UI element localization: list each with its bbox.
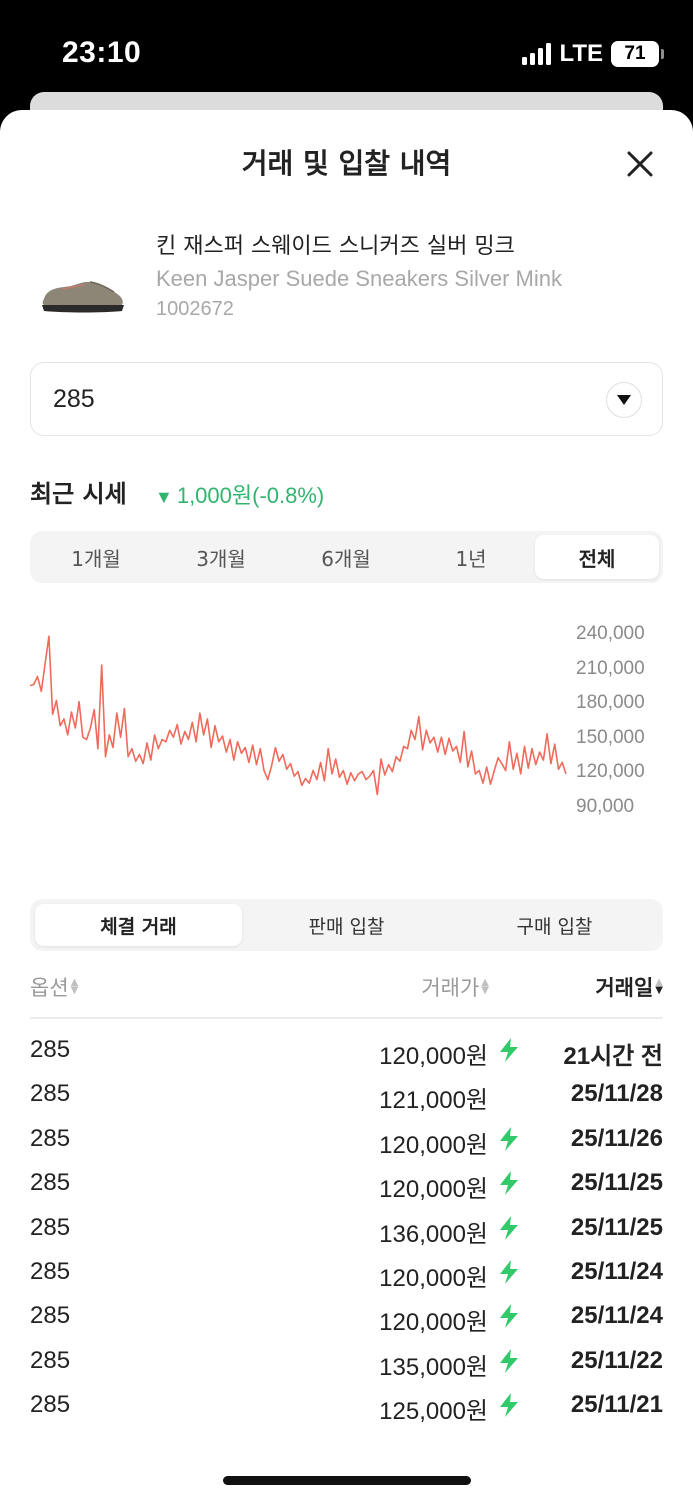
price-cell: 120,000원 (379, 1131, 488, 1159)
column-header-price-label: 거래가 (421, 976, 480, 1000)
tab-completed-trades[interactable]: 체결 거래 (35, 904, 242, 946)
price-cell: 125,000원 (379, 1398, 488, 1426)
option-cell: 285 (30, 1346, 71, 1374)
tab-sell-bids[interactable]: 판매 입찰 (243, 904, 450, 946)
date-cell: 25/11/25 (570, 1169, 663, 1197)
lightning-bolt-icon (500, 1393, 518, 1418)
price-cell: 120,000원 (379, 1176, 488, 1204)
signal-icon (522, 43, 552, 65)
size-select[interactable]: 285 (30, 362, 663, 436)
product-name-english: Keen Jasper Suede Sneakers Silver Mink (156, 266, 562, 291)
option-cell: 285 (30, 1302, 71, 1330)
lightning-bolt-icon (500, 1126, 518, 1151)
lightning-bolt-icon (500, 1260, 518, 1284)
date-cell: 21시간 전 (563, 1043, 663, 1070)
close-button[interactable] (620, 144, 660, 184)
recent-price-change: ▼ 1,000원(-0.8%) (155, 478, 324, 510)
tab-buy-bids[interactable]: 구매 입찰 (451, 904, 658, 946)
lightning-bolt-icon (500, 1348, 518, 1373)
y-tick-label: 120,000 (576, 761, 645, 782)
recent-price-label: 최근 시세 (30, 480, 127, 508)
option-cell: 285 (30, 1258, 71, 1285)
lightning-bolt-icon (500, 1038, 518, 1062)
y-tick-label: 150,000 (576, 727, 645, 748)
price-chart: 240,000 210,000 180,000 150,000 120,000 … (0, 610, 693, 830)
sort-icon: ▲ ▼ (70, 977, 79, 996)
status-bar: 23:10 LTE 71 (0, 0, 693, 100)
network-type: LTE (559, 40, 603, 67)
option-cell: 285 (30, 1391, 71, 1419)
column-header-option-label: 옵션 (30, 976, 69, 1000)
status-indicators: LTE 71 (522, 40, 664, 68)
date-cell: 25/11/25 (570, 1213, 663, 1241)
product-name-korean: 킨 재스퍼 스웨이드 스니커즈 실버 밍크 (156, 234, 515, 259)
price-cell: 136,000원 (379, 1220, 488, 1248)
price-cell: 120,000원 (379, 1043, 488, 1070)
column-header-option[interactable]: 옵션 ▲ ▼ (30, 972, 78, 1002)
status-time: 23:10 (62, 36, 142, 69)
tab-1-month[interactable]: 1개월 (34, 535, 158, 579)
tab-1-year[interactable]: 1년 (409, 535, 533, 579)
option-cell: 285 (30, 1169, 71, 1197)
date-cell: 25/11/22 (570, 1346, 663, 1374)
y-tick-label: 240,000 (576, 623, 645, 644)
table-row: 285 125,000원 25/11/21 (0, 1391, 693, 1435)
header-divider (30, 1017, 663, 1019)
battery-level: 71 (624, 43, 646, 64)
table-row: 285 120,000원 25/11/25 (0, 1169, 693, 1213)
y-tick-label: 210,000 (576, 658, 645, 679)
tab-3-months[interactable]: 3개월 (159, 535, 283, 579)
lightning-bolt-icon (500, 1304, 518, 1329)
home-indicator (223, 1476, 471, 1485)
transaction-tabs: 체결 거래 판매 입찰 구매 입찰 (30, 899, 663, 951)
table-row: 285 120,000원 25/11/24 (0, 1302, 693, 1346)
table-row: 285 121,000원 25/11/28 (0, 1080, 693, 1124)
y-tick-label: 90,000 (576, 796, 635, 817)
table-row: 285 135,000원 25/11/22 (0, 1347, 693, 1391)
option-cell: 285 (30, 1213, 71, 1241)
date-cell: 25/11/24 (570, 1258, 663, 1285)
price-cell: 120,000원 (379, 1265, 488, 1292)
option-cell: 285 (30, 1036, 71, 1063)
period-tabs: 1개월 3개월 6개월 1년 전체 (30, 531, 663, 583)
size-value: 285 (53, 385, 95, 413)
column-header-date[interactable]: 거래일 ▲ ▼ (595, 972, 663, 1002)
product-thumbnail (42, 281, 124, 313)
date-cell: 25/11/21 (570, 1391, 663, 1419)
tab-all[interactable]: 전체 (535, 535, 659, 579)
dropdown-button[interactable] (606, 382, 642, 418)
column-header-date-label: 거래일 (595, 976, 654, 1000)
lightning-bolt-icon (500, 1215, 518, 1240)
battery-icon: 71 (611, 41, 664, 67)
bottom-sheet: 거래 및 입찰 내역 킨 재스퍼 스웨이드 스니커즈 실버 밍크 Keen Ja… (0, 110, 693, 1500)
table-row: 285 120,000원 21시간 전 (0, 1036, 693, 1080)
column-header-price[interactable]: 거래가 ▲ ▼ (421, 972, 489, 1002)
table-row: 285 120,000원 25/11/24 (0, 1258, 693, 1302)
price-line (29, 635, 567, 796)
dropdown-triangle-icon (617, 395, 631, 405)
close-icon (627, 151, 653, 177)
sort-icon: ▲ ▼ (481, 977, 489, 996)
price-cell: 120,000원 (379, 1309, 488, 1337)
option-cell: 285 (30, 1080, 71, 1108)
table-row: 285 120,000원 25/11/26 (0, 1125, 693, 1169)
y-tick-label: 180,000 (576, 692, 645, 713)
recent-price-change-text: 1,000원(-0.8%) (176, 483, 325, 508)
product-code: 1002672 (156, 298, 234, 320)
lightning-bolt-icon (500, 1171, 518, 1196)
date-cell: 25/11/28 (570, 1080, 663, 1108)
option-cell: 285 (30, 1124, 71, 1152)
tab-6-months[interactable]: 6개월 (284, 535, 408, 579)
price-cell: 135,000원 (379, 1353, 488, 1381)
price-cell: 121,000원 (379, 1087, 488, 1115)
table-row: 285 136,000원 25/11/25 (0, 1214, 693, 1258)
sort-icon: ▲ ▼ (655, 977, 663, 996)
date-cell: 25/11/26 (570, 1124, 663, 1152)
down-triangle-icon: ▼ (155, 487, 173, 507)
sheet-title: 거래 및 입찰 내역 (241, 147, 452, 180)
date-cell: 25/11/24 (570, 1302, 663, 1330)
